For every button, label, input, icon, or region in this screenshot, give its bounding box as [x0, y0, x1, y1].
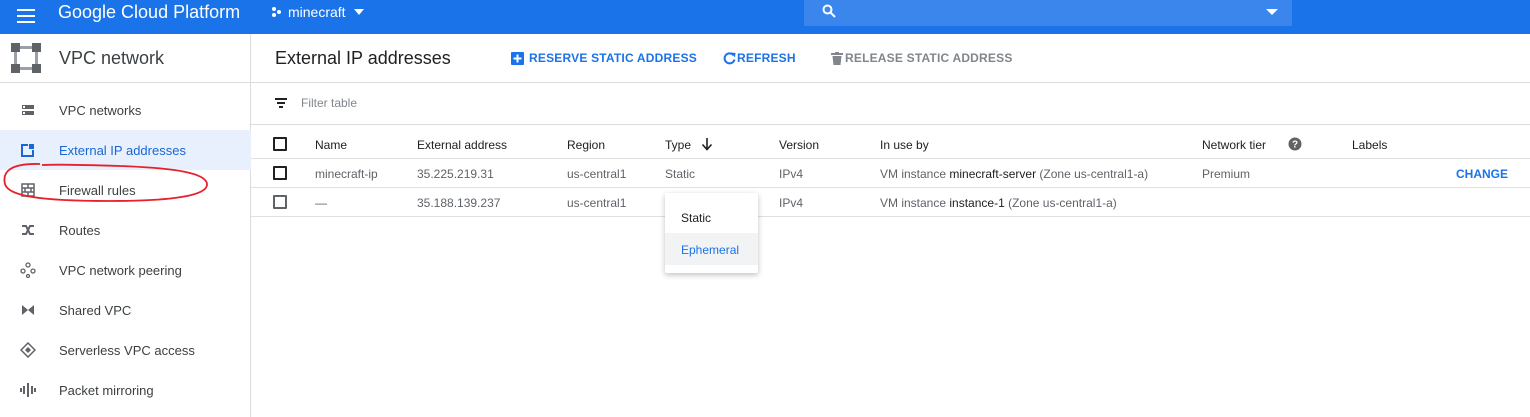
sidebar: VPC network VPC networks External IP add…	[0, 34, 251, 417]
refresh-icon	[723, 51, 736, 64]
table-header-row: Name External address Region Type Versio…	[251, 130, 1530, 159]
table-row: minecraft-ip 35.225.219.31 us-central1 S…	[251, 159, 1530, 188]
column-header-labels[interactable]: Labels	[1352, 138, 1387, 152]
sidebar-item-label: Routes	[59, 222, 101, 238]
peering-icon	[20, 262, 36, 278]
column-header-name[interactable]: Name	[315, 138, 347, 152]
sidebar-item-label: Serverless VPC access	[59, 342, 195, 358]
help-icon[interactable]: ?	[1288, 137, 1302, 151]
shared-vpc-icon	[22, 305, 34, 315]
in-use-zone: (Zone us-central1-a)	[1004, 196, 1117, 210]
sidebar-item-label: VPC networks	[59, 102, 142, 118]
filter-list-icon	[275, 98, 287, 108]
sidebar-item-label: Shared VPC	[59, 302, 132, 318]
sidebar-item-vpc-network-peering[interactable]: VPC network peering	[0, 250, 251, 290]
cell-region: us-central1	[567, 196, 627, 210]
in-use-prefix: VM instance	[880, 167, 950, 181]
sort-arrow-down-icon	[701, 138, 713, 151]
type-option-ephemeral[interactable]: Ephemeral	[665, 233, 758, 265]
project-name: minecraft	[288, 4, 346, 20]
cell-address: 35.225.219.31	[417, 167, 494, 181]
sidebar-item-vpc-networks[interactable]: VPC networks	[0, 90, 251, 130]
hamburger-menu-icon[interactable]	[14, 5, 40, 29]
release-label: RELEASE STATIC ADDRESS	[845, 51, 1013, 65]
type-dropdown-menu: Static Ephemeral	[665, 193, 758, 273]
trash-icon	[831, 51, 843, 65]
sidebar-item-routes[interactable]: Routes	[0, 210, 251, 250]
column-header-version[interactable]: Version	[779, 138, 819, 152]
sidebar-item-firewall-rules[interactable]: Firewall rules	[0, 170, 251, 210]
sidebar-item-packet-mirroring[interactable]: Packet mirroring	[0, 370, 251, 410]
page-header: External IP addresses RESERVE STATIC ADD…	[251, 34, 1530, 83]
column-header-network-tier-label: Network tier	[1202, 138, 1267, 152]
cell-name: —	[315, 196, 327, 210]
sidebar-item-label: VPC network peering	[59, 262, 182, 278]
column-header-type-label: Type	[665, 138, 692, 152]
sidebar-item-serverless-vpc-access[interactable]: Serverless VPC access	[0, 330, 251, 370]
column-header-in-use-by[interactable]: In use by	[880, 138, 929, 152]
sidebar-item-external-ip-addresses[interactable]: External IP addresses	[0, 130, 251, 170]
external-ip-icon	[21, 143, 35, 157]
add-box-icon	[511, 51, 524, 65]
vm-name-link[interactable]: minecraft-server	[949, 167, 1036, 181]
refresh-button[interactable]: REFRESH	[723, 51, 796, 65]
project-selector[interactable]: minecraft	[272, 3, 364, 21]
type-option-label: Ephemeral	[681, 243, 740, 257]
release-static-address-button[interactable]: RELEASE STATIC ADDRESS	[831, 51, 1013, 65]
reserve-static-address-button[interactable]: RESERVE STATIC ADDRESS	[511, 51, 697, 65]
table-row: — 35.188.139.237 us-central1 IPv4 VM ins…	[251, 188, 1530, 217]
select-all-checkbox[interactable]	[273, 137, 287, 151]
sidebar-item-label: External IP addresses	[59, 142, 186, 158]
row-checkbox[interactable]	[273, 166, 287, 180]
firewall-icon	[21, 183, 35, 197]
packet-mirroring-icon	[20, 383, 36, 397]
column-header-address[interactable]: External address	[417, 138, 507, 152]
sidebar-item-label: Packet mirroring	[59, 382, 154, 398]
search-input[interactable]	[804, 0, 1292, 26]
filter-input[interactable]: Filter table	[301, 96, 357, 110]
refresh-label: REFRESH	[737, 51, 796, 65]
project-dots-icon	[272, 6, 282, 18]
top-bar: Google Cloud Platform minecraft	[0, 0, 1530, 34]
type-option-static[interactable]: Static	[665, 201, 758, 233]
cell-version: IPv4	[779, 196, 804, 210]
vpc-networks-icon	[22, 105, 34, 115]
cell-address: 35.188.139.237	[417, 196, 501, 210]
vm-name-link[interactable]: instance-1	[949, 196, 1004, 210]
reserve-label: RESERVE STATIC ADDRESS	[529, 51, 697, 65]
in-use-zone: (Zone us-central1-a)	[1036, 167, 1149, 181]
cell-type[interactable]: Static	[665, 167, 695, 181]
cell-in-use-by: VM instance instance-1 (Zone us-central1…	[880, 196, 1117, 210]
column-header-region[interactable]: Region	[567, 138, 605, 152]
brand-title[interactable]: Google Cloud Platform	[58, 1, 240, 23]
cell-in-use-by: VM instance minecraft-server (Zone us-ce…	[880, 167, 1148, 181]
sidebar-title: VPC network	[59, 48, 165, 68]
project-dropdown-icon	[353, 9, 364, 15]
routes-icon	[22, 225, 34, 235]
filter-bar[interactable]: Filter table	[251, 83, 1530, 125]
cell-region: us-central1	[567, 167, 627, 181]
in-use-prefix: VM instance	[880, 196, 950, 210]
page-title: External IP addresses	[275, 48, 451, 68]
change-tier-button[interactable]: CHANGE	[1456, 167, 1508, 181]
cell-version: IPv4	[779, 167, 804, 181]
type-option-label: Static	[681, 211, 712, 225]
cell-network-tier: Premium	[1202, 167, 1251, 181]
search-icon	[822, 4, 836, 18]
sidebar-item-label: Firewall rules	[59, 182, 136, 198]
cell-name: minecraft-ip	[315, 167, 378, 181]
column-header-type[interactable]: Type	[665, 138, 713, 152]
sidebar-header: VPC network	[0, 34, 251, 83]
column-header-network-tier[interactable]: Network tier ?	[1202, 137, 1302, 152]
sidebar-item-shared-vpc[interactable]: Shared VPC	[0, 290, 251, 330]
vpc-network-logo-icon	[11, 43, 41, 73]
svg-text:?: ?	[1292, 140, 1298, 151]
serverless-icon	[20, 342, 36, 358]
search-dropdown-icon[interactable]	[1266, 9, 1278, 15]
main-content: External IP addresses RESERVE STATIC ADD…	[251, 34, 1530, 417]
row-checkbox[interactable]	[273, 195, 287, 209]
